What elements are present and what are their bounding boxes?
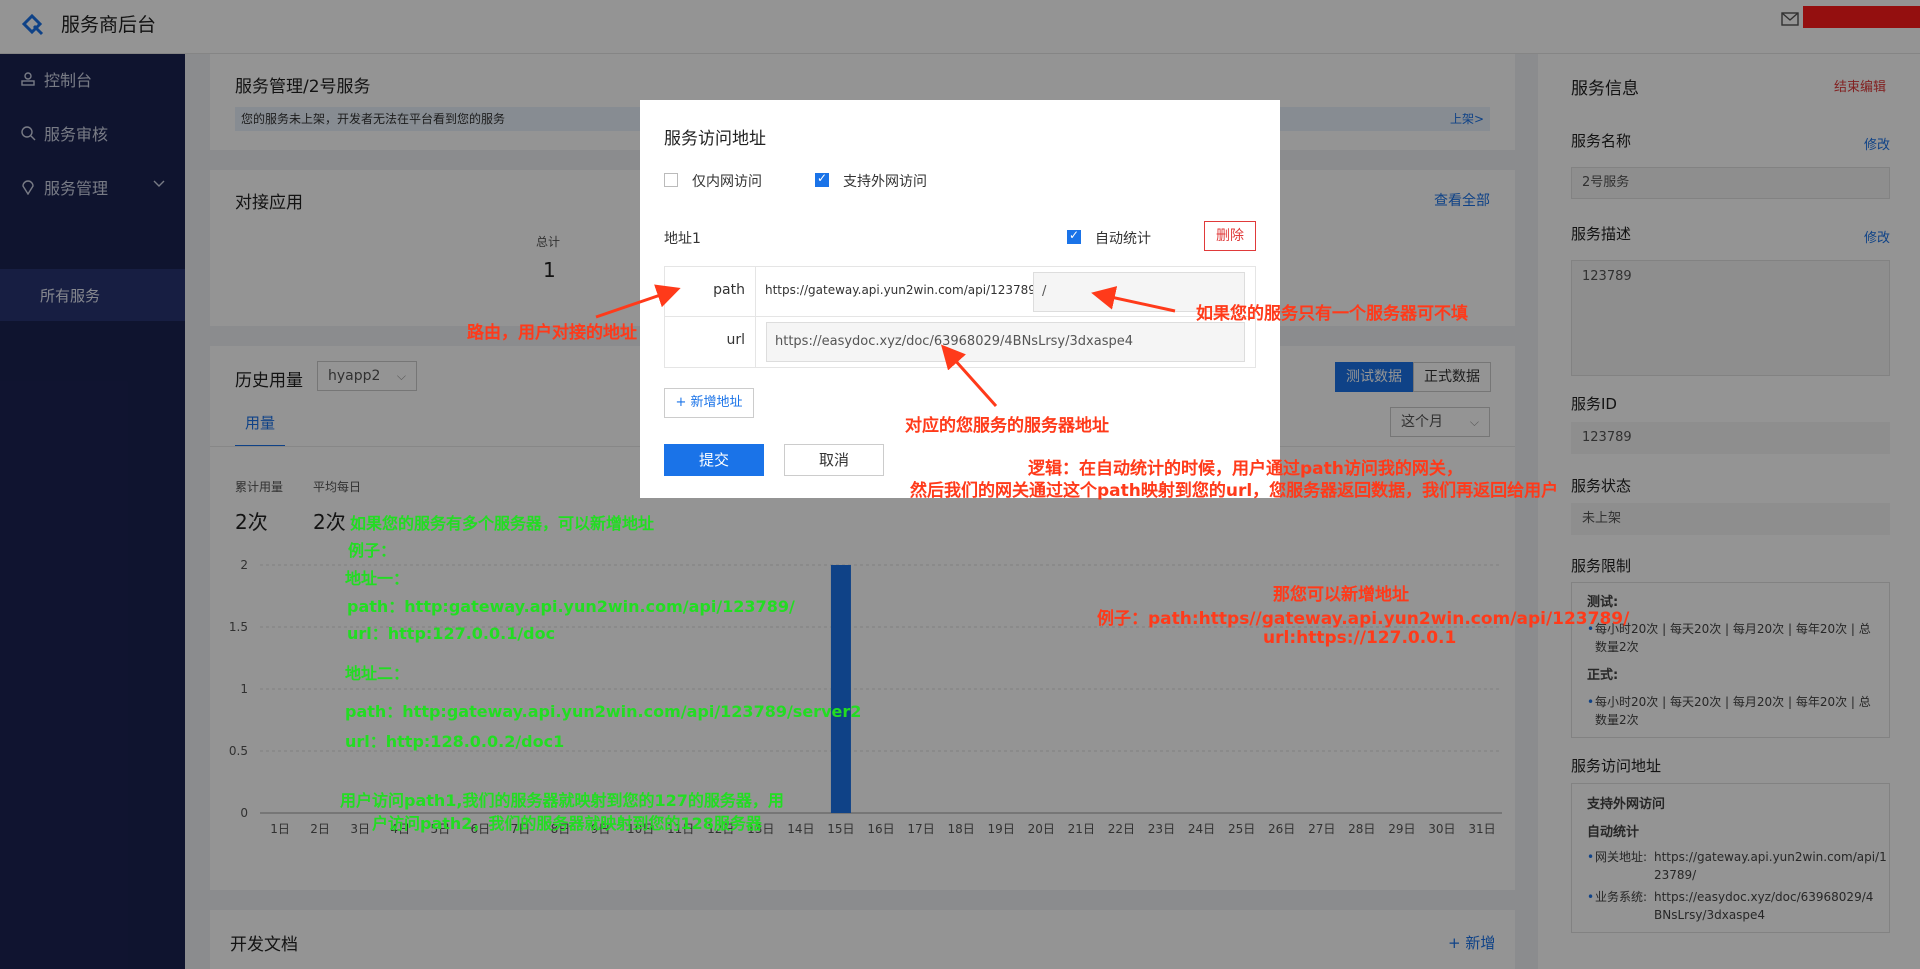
annotation-multi-1: 如果您的服务有多个服务器，可以新增地址 (350, 514, 655, 533)
intranet-label: 仅内网访问 (692, 174, 762, 190)
annotation-multi-4: path：http:gateway.api.yun2win.com/api/12… (347, 597, 795, 616)
annotation-multi-8: url：http:128.0.0.2/doc1 (345, 732, 565, 751)
annotation-multi-6: 地址二： (345, 664, 410, 683)
extranet-checkbox[interactable] (815, 171, 829, 187)
address-table: path https://gateway.api.yun2win.com/api… (664, 266, 1256, 368)
annotation-multi-5: url：http:127.0.0.1/doc (347, 624, 556, 643)
submit-button[interactable]: 提交 (664, 444, 764, 476)
access-address-modal: 服务访问地址 仅内网访问 支持外网访问 地址1 自动统计 删除 path htt… (640, 100, 1280, 498)
annotation-logic-2: 然后我们的网关通过这个path映射到您的url，您服务器返回数据，我们再返回给用… (910, 481, 1559, 501)
path-prefix: https://gateway.api.yun2win.com/api/1237… (765, 283, 1036, 297)
annotation-single-server: 如果您的服务只有一个服务器可不填 (1196, 304, 1468, 324)
path-label: path (713, 282, 745, 298)
url-label: url (726, 332, 745, 348)
delete-button[interactable]: 删除 (1204, 221, 1256, 251)
annotation-server-addr: 对应的您服务的服务器地址 (905, 416, 1109, 436)
annotation-multi-2: 例子： (348, 541, 397, 560)
auto-stat-label: 自动统计 (1095, 231, 1151, 247)
auto-stat-checkbox[interactable] (1067, 228, 1081, 244)
url-input[interactable]: https://easydoc.xyz/doc/63968029/4BNsLrs… (766, 322, 1245, 362)
column-divider (755, 267, 756, 367)
intranet-checkbox[interactable] (664, 173, 678, 187)
modal-title: 服务访问地址 (664, 129, 766, 149)
cancel-button[interactable]: 取消 (784, 444, 884, 476)
annotation-new-1: 那您可以新增地址 (1273, 585, 1409, 605)
annotation-route: 路由，用户对接的地址 (467, 323, 637, 343)
address-label: 地址1 (664, 231, 701, 247)
annotation-new-3: url:https://127.0.0.1 (1263, 628, 1457, 648)
annotation-multi-10: 户访问path2，我们的服务器就映射到您的128服务器 (372, 814, 762, 833)
annotation-multi-3: 地址一： (345, 569, 410, 588)
add-address-button[interactable]: + 新增地址 (664, 388, 754, 418)
annotation-multi-7: path：http:gateway.api.yun2win.com/api/12… (345, 702, 862, 721)
annotation-new-2: 例子：path:https//gateway.api.yun2win.com/a… (1097, 609, 1630, 629)
annotation-multi-9: 用户访问path1,我们的服务器就映射到您的127的服务器，用 (340, 791, 784, 810)
extranet-label: 支持外网访问 (843, 174, 927, 190)
